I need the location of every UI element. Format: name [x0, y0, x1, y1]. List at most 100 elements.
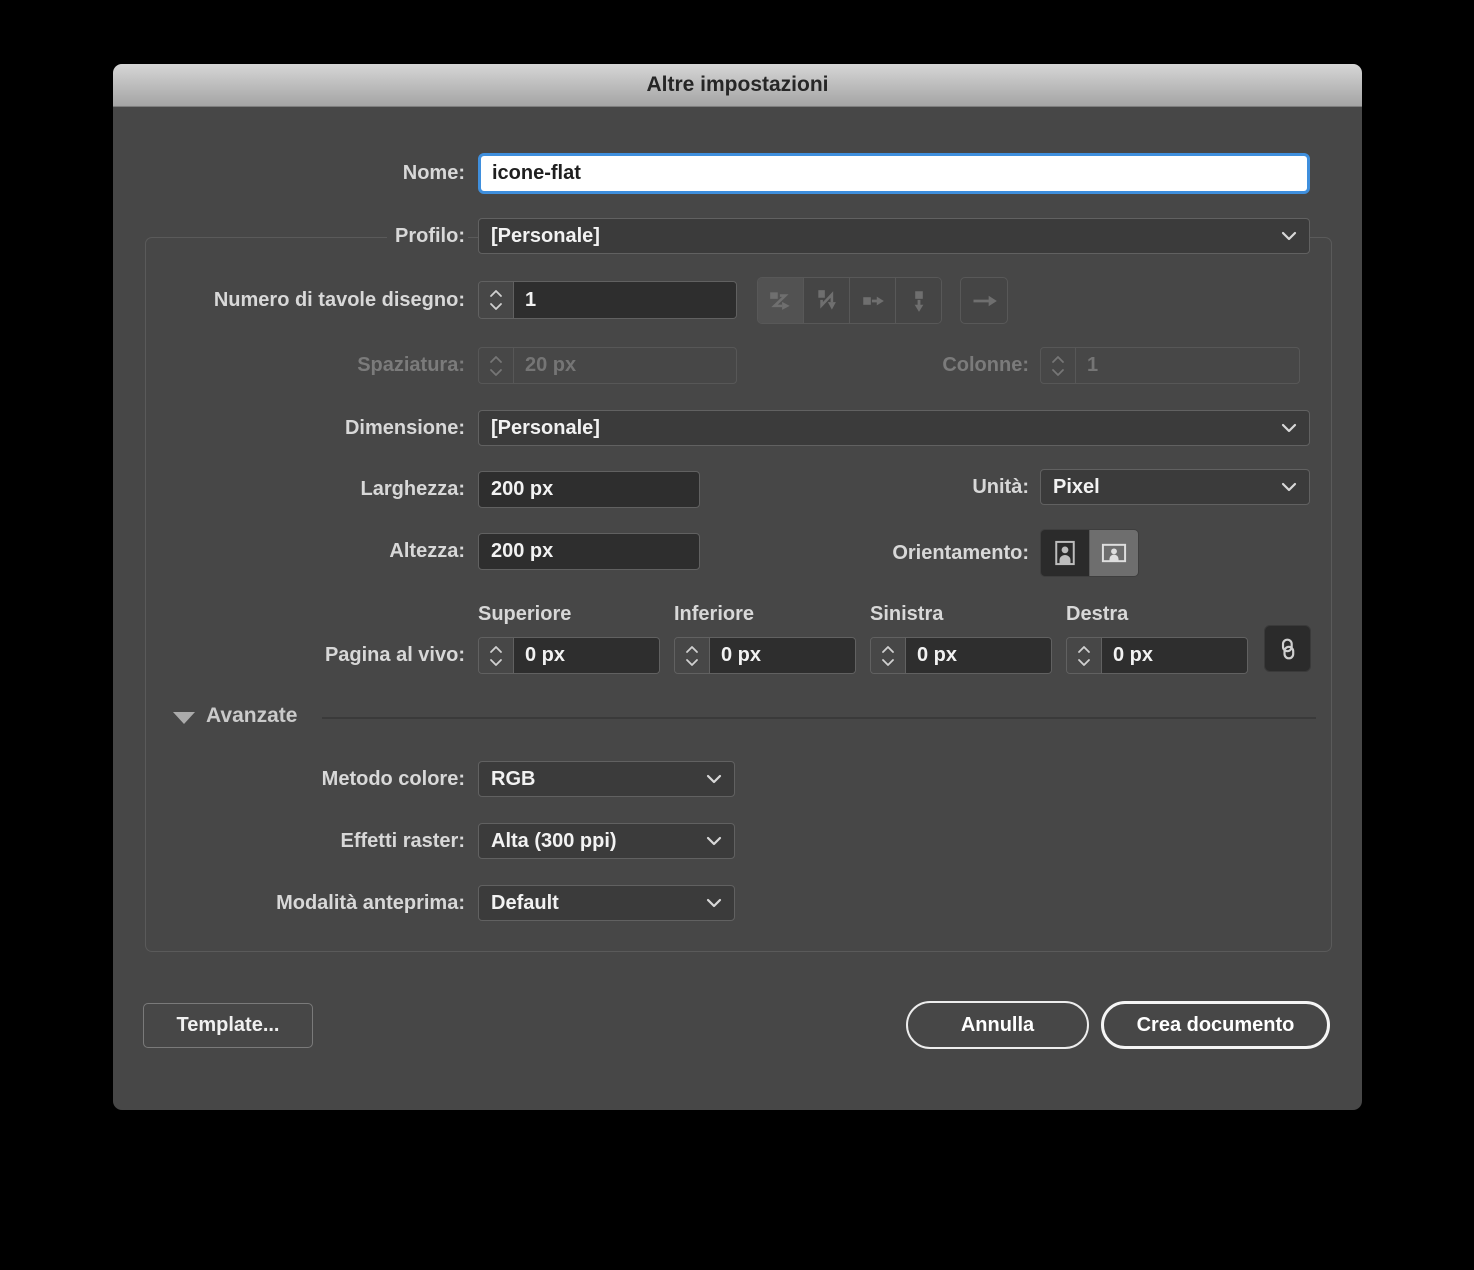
bleed-inferiore-label: Inferiore — [674, 603, 754, 626]
stepper-down-icon — [489, 302, 503, 311]
portrait-orientation-button[interactable] — [1041, 530, 1089, 576]
crea-documento-button[interactable]: Crea documento — [1101, 1001, 1330, 1049]
arrange-by-column-icon — [906, 288, 932, 314]
nome-label: Nome: — [395, 153, 468, 194]
arrange-by-row-icon — [860, 288, 886, 314]
bleed-inferiore-value[interactable]: 0 px — [710, 638, 855, 673]
stepper-down-icon — [489, 368, 503, 377]
stepper-down-icon — [1051, 368, 1065, 377]
colonne-label: Colonne: — [934, 347, 1032, 384]
new-document-dialog: Altre impostazioni Nome: Profilo: [Perso… — [113, 64, 1362, 1110]
bleed-destra-label: Destra — [1066, 603, 1128, 626]
stepper-up-icon — [489, 645, 503, 654]
stepper-buttons — [479, 348, 514, 383]
profilo-select[interactable]: [Personale] — [478, 218, 1310, 254]
unita-select[interactable]: Pixel — [1040, 469, 1310, 505]
larghezza-label: Larghezza: — [353, 471, 468, 508]
arrange-by-column-button[interactable] — [896, 278, 941, 323]
stepper-buttons[interactable] — [479, 282, 514, 318]
chevron-down-icon — [706, 774, 722, 784]
stepper-up-icon — [1077, 645, 1091, 654]
effetti-raster-select[interactable]: Alta (300 ppi) — [478, 823, 735, 859]
grid-by-row-icon — [768, 288, 794, 314]
bleed-sinistra-label: Sinistra — [870, 603, 943, 626]
chevron-down-icon — [706, 836, 722, 846]
stepper-buttons[interactable] — [1067, 638, 1102, 673]
orientamento-buttons — [1040, 529, 1139, 577]
artboard-arrangement-group — [757, 277, 942, 324]
dimensione-select[interactable]: [Personale] — [478, 410, 1310, 446]
dialog-title: Altre impostazioni — [646, 73, 828, 97]
spaziatura-stepper: 20 px — [478, 347, 737, 384]
larghezza-value: 200 px — [491, 478, 553, 501]
link-bleed-values-button[interactable] — [1264, 625, 1311, 672]
layout-direction-button[interactable] — [960, 277, 1008, 324]
stepper-down-icon — [1077, 658, 1091, 667]
settings-groupbox — [145, 237, 1332, 952]
arrange-by-row-button[interactable] — [850, 278, 896, 323]
stepper-buttons[interactable] — [871, 638, 906, 673]
unita-label: Unità: — [964, 469, 1032, 505]
annulla-button[interactable]: Annulla — [906, 1001, 1089, 1049]
chevron-down-icon — [1281, 423, 1297, 433]
stepper-buttons — [1041, 348, 1076, 383]
pagina-al-vivo-label: Pagina al vivo: — [317, 637, 468, 674]
bleed-destra-stepper: 0 px — [1066, 637, 1248, 674]
chevron-down-icon — [1281, 482, 1297, 492]
bleed-superiore-value[interactable]: 0 px — [514, 638, 659, 673]
dimensione-label: Dimensione: — [337, 410, 468, 446]
metodo-colore-label: Metodo colore: — [314, 761, 468, 797]
colonne-stepper: 1 — [1040, 347, 1300, 384]
profilo-value: [Personale] — [491, 225, 600, 248]
stepper-buttons[interactable] — [675, 638, 710, 673]
arrow-right-icon — [970, 287, 998, 315]
stepper-up-icon — [685, 645, 699, 654]
nome-input[interactable] — [478, 153, 1310, 194]
effetti-raster-value: Alta (300 ppi) — [491, 830, 617, 853]
effetti-raster-label: Effetti raster: — [333, 823, 468, 859]
bleed-inferiore-stepper: 0 px — [674, 637, 856, 674]
metodo-colore-select[interactable]: RGB — [478, 761, 735, 797]
spaziatura-value: 20 px — [514, 348, 736, 383]
stepper-up-icon — [489, 289, 503, 298]
landscape-orientation-icon — [1100, 539, 1128, 567]
stepper-up-icon — [881, 645, 895, 654]
numero-tavole-stepper: 1 — [478, 281, 737, 319]
grid-by-column-button[interactable] — [804, 278, 850, 323]
avanzate-section-header[interactable]: Avanzate — [206, 704, 297, 728]
bleed-destra-value[interactable]: 0 px — [1102, 638, 1247, 673]
disclosure-triangle-icon[interactable] — [173, 712, 195, 724]
profilo-label: Profilo: — [387, 218, 468, 254]
grid-by-row-button[interactable] — [758, 278, 804, 323]
bleed-sinistra-value[interactable]: 0 px — [906, 638, 1051, 673]
stepper-up-icon — [489, 355, 503, 364]
altezza-value: 200 px — [491, 540, 553, 563]
bleed-superiore-label: Superiore — [478, 603, 571, 626]
colonne-value: 1 — [1076, 348, 1299, 383]
modalita-anteprima-select[interactable]: Default — [478, 885, 735, 921]
spaziatura-label: Spaziatura: — [349, 347, 468, 384]
stepper-down-icon — [489, 658, 503, 667]
titlebar: Altre impostazioni — [113, 64, 1362, 107]
orientamento-label: Orientamento: — [884, 529, 1032, 577]
portrait-orientation-icon — [1051, 539, 1079, 567]
stepper-down-icon — [881, 658, 895, 667]
unita-value: Pixel — [1053, 476, 1100, 499]
larghezza-input[interactable]: 200 px — [478, 471, 700, 508]
stepper-down-icon — [685, 658, 699, 667]
chevron-down-icon — [1281, 231, 1297, 241]
landscape-orientation-button[interactable] — [1089, 530, 1138, 576]
numero-tavole-label: Numero di tavole disegno: — [206, 281, 468, 319]
bleed-superiore-stepper: 0 px — [478, 637, 660, 674]
altezza-input[interactable]: 200 px — [478, 533, 700, 570]
bleed-sinistra-stepper: 0 px — [870, 637, 1052, 674]
avanzate-divider — [322, 717, 1316, 719]
grid-by-column-icon — [814, 288, 840, 314]
link-chain-icon — [1275, 636, 1301, 662]
stepper-buttons[interactable] — [479, 638, 514, 673]
metodo-colore-value: RGB — [491, 768, 535, 791]
numero-tavole-value[interactable]: 1 — [514, 282, 736, 318]
dimensione-value: [Personale] — [491, 417, 600, 440]
modalita-anteprima-value: Default — [491, 892, 559, 915]
template-button[interactable]: Template... — [143, 1003, 313, 1048]
